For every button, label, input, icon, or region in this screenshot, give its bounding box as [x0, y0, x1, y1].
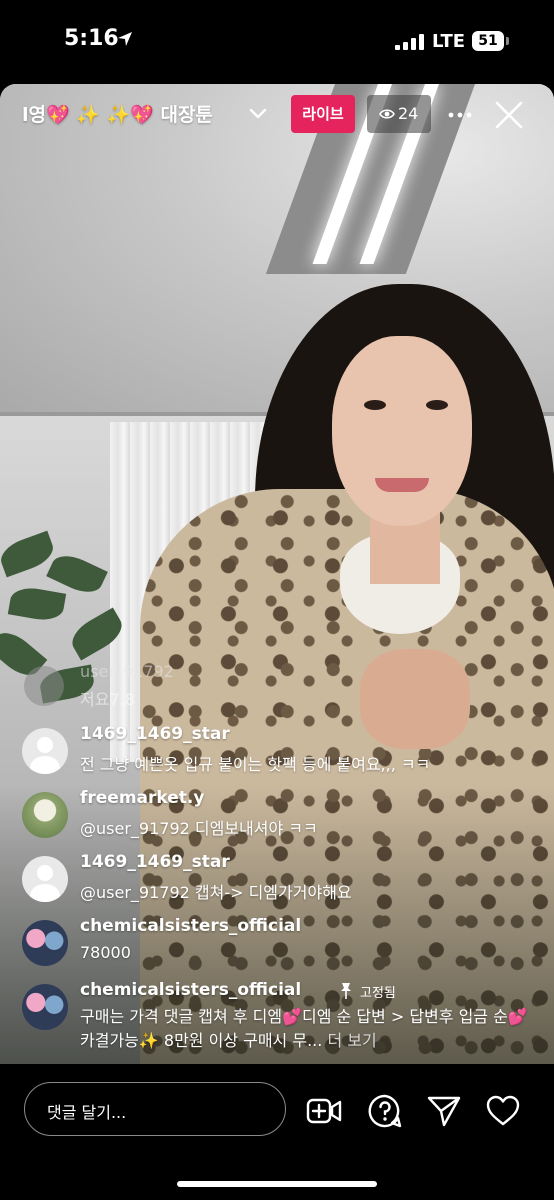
comment-username[interactable]: chemicalsisters_official	[80, 980, 301, 1000]
status-bar: 5:16 LTE 51	[0, 0, 554, 84]
viewer-count-badge[interactable]: 24	[367, 95, 431, 133]
comment-username: user_91792	[80, 662, 174, 681]
signal-icon	[395, 34, 425, 50]
avatar[interactable]	[22, 792, 68, 838]
comment-text: 구매는 가격 댓글 캡쳐 후 디엠💕디엠 순 답변 > 답변후 입금 순💕 카결…	[80, 1007, 528, 1050]
live-badge: 라이브	[291, 95, 355, 133]
avatar[interactable]	[22, 984, 68, 1030]
add-video-icon[interactable]	[306, 1093, 342, 1129]
see-more-link[interactable]: 더 보기	[327, 1031, 376, 1050]
comment-item[interactable]: freemarket.y @user_91792 디엠보내셔야 ㅋㅋ	[22, 788, 532, 848]
person-mouth	[375, 478, 429, 492]
scene-plant	[0, 529, 150, 749]
comment-username[interactable]: 1469_1469_star	[80, 724, 230, 744]
comment-input[interactable]: 댓글 달기...	[24, 1082, 286, 1136]
close-icon[interactable]	[494, 100, 524, 130]
chevron-down-icon[interactable]	[248, 104, 268, 124]
comment-text: 저요7.8	[80, 690, 135, 709]
viewer-count: 24	[398, 104, 419, 123]
comment-item[interactable]: 1469_1469_star 전 그냥 예쁜옷 입규 붙이는 핫팩 등에 붙여요…	[22, 724, 532, 784]
person-eye	[364, 400, 386, 410]
avatar[interactable]	[22, 920, 68, 966]
comment-text: @user_91792 디엠보내셔야 ㅋㅋ	[80, 819, 318, 838]
pin-icon	[341, 983, 351, 999]
avatar[interactable]	[22, 728, 68, 774]
pinned-label: 고정됨	[360, 986, 396, 1001]
avatar[interactable]	[22, 856, 68, 902]
status-time: 5:16	[64, 26, 119, 51]
battery-icon: 51	[472, 31, 504, 51]
carrier-label: LTE	[432, 31, 466, 52]
live-title[interactable]: l영💖 ✨ ✨💖 대장툰	[22, 100, 244, 127]
pinned-comment[interactable]: chemicalsisters_official 고정됨 구매는 가격 댓글 캡…	[22, 980, 532, 1056]
question-icon[interactable]	[367, 1093, 403, 1129]
heart-icon[interactable]	[485, 1093, 521, 1129]
location-arrow-icon	[118, 32, 132, 46]
more-options-icon[interactable]	[448, 112, 472, 118]
comment-username[interactable]: freemarket.y	[80, 788, 204, 808]
comment-faded: user_91792 저요7.8	[24, 662, 264, 710]
comment-text: 78000	[80, 943, 131, 962]
comment-username[interactable]: 1469_1469_star	[80, 852, 230, 872]
battery-cap	[506, 37, 509, 45]
share-send-icon[interactable]	[426, 1093, 462, 1129]
person-face	[332, 336, 472, 526]
comment-input-placeholder: 댓글 달기...	[47, 1103, 127, 1122]
avatar	[24, 666, 64, 706]
eye-icon	[379, 109, 395, 119]
person-eye	[426, 400, 448, 410]
comment-text: @user_91792 캡쳐-> 디엠가거야해요	[80, 883, 352, 902]
comment-item[interactable]: 1469_1469_star @user_91792 캡쳐-> 디엠가거야해요	[22, 852, 532, 912]
home-indicator[interactable]	[177, 1181, 377, 1187]
pinned-comment-text: 구매는 가격 댓글 캡쳐 후 디엠💕디엠 순 답변 > 답변후 입금 순💕 카결…	[80, 1005, 530, 1053]
comment-username[interactable]: chemicalsisters_official	[80, 916, 301, 936]
comment-item[interactable]: chemicalsisters_official 78000	[22, 916, 532, 976]
comment-text: 전 그냥 예쁜옷 입규 붙이는 핫팩 등에 붙여요,,, ㅋㅋ	[80, 755, 431, 774]
